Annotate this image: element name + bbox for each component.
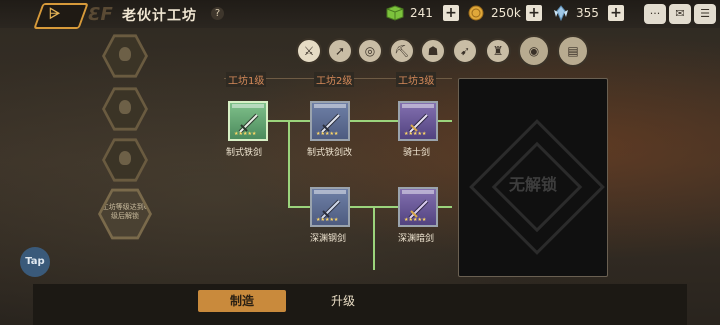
resource-value: 250k <box>491 6 521 20</box>
connector <box>438 120 452 122</box>
tab-craft[interactable]: 制造 <box>198 290 286 312</box>
connector <box>373 206 375 270</box>
weapon-node-abyss-steel-sword[interactable]: ★★★★★ <box>310 187 350 227</box>
rarity-stars: ★★★★★ <box>404 131 427 137</box>
resource-value: 355 <box>576 6 599 20</box>
add-gold-button[interactable]: + <box>526 5 542 21</box>
weapon-name: 制式铁剑改 <box>307 148 353 158</box>
weapon-node-iron-sword[interactable]: ★★★★★ <box>228 101 268 141</box>
top-bar: ⩥ ƐF 老伙计工坊 ? 241 + 250k + 355 + ··· ✉ ☰ <box>0 0 720 29</box>
resource-value: 241 <box>410 6 433 20</box>
weapon-name: 骑士剑 <box>403 148 431 158</box>
connector <box>350 120 398 122</box>
rarity-stars: ★★★★★ <box>316 217 339 223</box>
tier-label-3: 工坊3级 <box>396 72 437 87</box>
connector <box>288 120 290 208</box>
connector <box>288 206 310 208</box>
category-shield-icon[interactable]: ◎ <box>357 38 383 64</box>
category-axe-icon[interactable]: ⛏ <box>389 38 415 64</box>
green-cube-icon <box>386 5 404 21</box>
weapon-name: 制式铁剑 <box>226 148 263 158</box>
weapon-node-knight-sword[interactable]: ★★★★★ <box>398 101 438 141</box>
back-icon: ⩥ <box>48 6 60 22</box>
category-spear-icon[interactable]: ➚ <box>327 38 353 64</box>
category-armor-icon[interactable]: ♜ <box>485 38 511 64</box>
logo-icon: ƐF <box>88 4 113 25</box>
gold-coin-icon <box>467 5 485 21</box>
add-crystal-button[interactable]: + <box>608 5 624 21</box>
bulb-icon <box>119 100 131 114</box>
tab-upgrade[interactable]: 升级 <box>305 290 381 312</box>
connector <box>438 206 452 208</box>
weapon-node-iron-sword-mod[interactable]: ★★★★★ <box>310 101 350 141</box>
category-scroll-icon[interactable]: ▤ <box>557 35 589 67</box>
chat-icon[interactable]: ··· <box>644 4 666 24</box>
locked-slot-text: 工坊等级达到6级后解锁 <box>101 191 149 237</box>
menu-icon[interactable]: ☰ <box>694 4 716 24</box>
tier-label-2: 工坊2级 <box>314 72 355 87</box>
unlock-panel: 无解锁 <box>458 78 608 277</box>
page-title: 老伙计工坊 <box>122 8 197 24</box>
tier-label-1: 工坊1级 <box>226 72 267 87</box>
weapon-node-abyss-dark-sword[interactable]: ★★★★★ <box>398 187 438 227</box>
bulb-icon <box>119 47 131 61</box>
crystal-icon <box>552 5 570 22</box>
weapon-name: 深渊暗剑 <box>398 234 435 244</box>
help-button[interactable]: ? <box>211 7 224 20</box>
unlock-panel-text: 无解锁 <box>508 175 557 194</box>
tap-button[interactable]: Tap <box>20 247 50 277</box>
category-bow-icon[interactable]: ➹ <box>452 38 478 64</box>
bulb-icon <box>119 151 131 165</box>
rarity-stars: ★★★★★ <box>404 217 427 223</box>
add-green-cube-button[interactable]: + <box>443 5 459 21</box>
category-helmet-icon[interactable]: ☗ <box>420 38 446 64</box>
rarity-stars: ★★★★★ <box>316 131 339 137</box>
category-ring-icon[interactable]: ◉ <box>518 35 550 67</box>
weapon-name: 深渊钢剑 <box>310 234 347 244</box>
category-sword-icon[interactable]: ⚔ <box>296 38 322 64</box>
mail-icon[interactable]: ✉ <box>669 4 691 24</box>
rarity-stars: ★★★★★ <box>234 131 257 137</box>
back-button[interactable]: ⩥ <box>33 3 89 29</box>
